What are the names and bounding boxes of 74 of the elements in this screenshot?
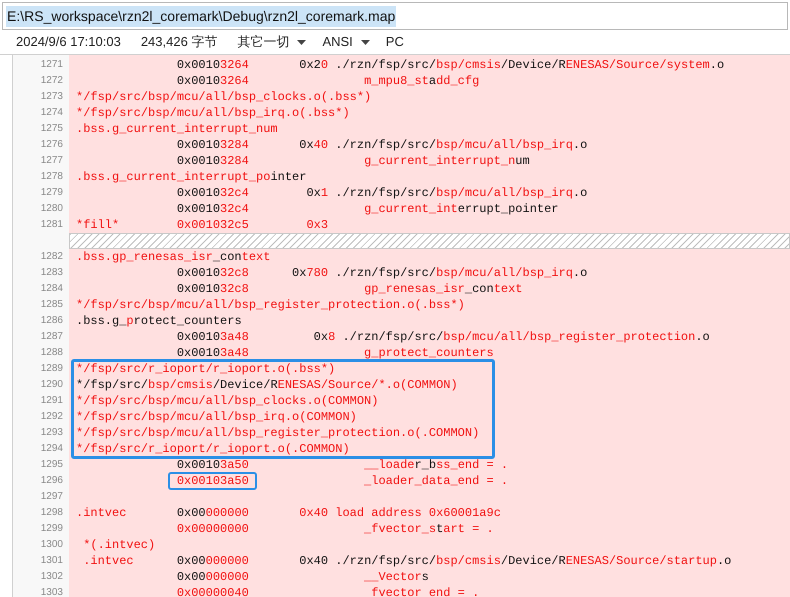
line-number: 1291 [40, 396, 63, 406]
line-number: 1276 [40, 140, 63, 150]
code-line: *(.intvec) [82, 537, 156, 553]
line-number: 1278 [40, 172, 63, 182]
line-number: 1282 [40, 252, 63, 262]
code-line: 0x00000000 __Vectors [176, 569, 429, 585]
code-line: 0x001032c8 0x780 ./rzn/fsp/src/bsp/mcu/all/bsp_irq.o [176, 265, 588, 281]
status-text: PC [386, 33, 404, 52]
code-line: 0x00103284 0x40 ./rzn/fsp/src/bsp/mcu/all/bsp_irq.o [176, 137, 588, 153]
code-line: 0x001032c8 gp_renesas_isr_context [176, 281, 523, 297]
code-line: .bss.g_current_interrupt_pointer [76, 169, 306, 185]
code-line: */fsp/src/bsp/mcu/all/bsp_clocks.o(.bss*) [76, 89, 372, 105]
line-number: 1274 [40, 108, 63, 118]
code-line: */fsp/src/bsp/mcu/all/bsp_register_protection.o(.COMMON) [76, 425, 480, 441]
line-number: 1289 [40, 364, 63, 374]
line-number: 1298 [40, 508, 63, 518]
line-number: 1293 [40, 428, 63, 438]
dropdown[interactable]: 其它一切 [237, 32, 306, 52]
code-line: 0x00103a48 g_protect_counters [176, 345, 494, 361]
line-number: 1296 [40, 476, 63, 486]
code-line: */fsp/src/bsp/mcu/all/bsp_register_protection.o(.bss*) [76, 297, 465, 313]
line-number: 1275 [40, 124, 63, 134]
code-line: .intvec 0x00000000 0x40 ./rzn/fsp/src/bsp/cmsis/Device/RENESAS/Source/startup.o [82, 553, 732, 569]
code-line: .intvec 0x00000000 0x40 load address 0x60001a9c [76, 505, 501, 521]
line-number: 1286 [40, 316, 63, 326]
code-line: */fsp/src/r_ioport/r_ioport.o(.bss*) [76, 361, 336, 377]
line-number: 1303 [40, 588, 63, 597]
code-line: */fsp/src/bsp/mcu/all/bsp_irq.o(.bss*) [76, 105, 350, 121]
code-line: 0x00103264 m_mpu8_stadd_cfg [176, 73, 480, 89]
code-line: */fsp/src/bsp/cmsis/Device/RENESAS/Source/*.o(COMMON) [76, 377, 458, 393]
code-line: */fsp/src/bsp/mcu/all/bsp_clocks.o(COMMON) [76, 393, 378, 409]
code-line: .bss.g_current_interrupt_num [76, 121, 278, 137]
line-number: 1292 [40, 412, 63, 422]
path-field[interactable]: E:\RS_workspace\rzn2l_coremark\Debug\rzn2l_coremark.map [2, 2, 788, 30]
caret-icon [297, 40, 306, 44]
line-number: 1277 [40, 156, 63, 166]
code-line: 0x00103a50 _loader_data_end = . [176, 473, 508, 489]
line-number: 1294 [40, 444, 63, 454]
line-number: 1297 [40, 492, 63, 502]
dropdown[interactable]: ANSI [322, 32, 370, 52]
code-line: 0x00000000 _fvector_start = . [176, 521, 494, 537]
line-number: 1300 [40, 540, 63, 550]
line-number: 1302 [40, 572, 63, 582]
code-line: 0x00103284 g_current_interrupt_num [176, 153, 530, 169]
code-line: *fill* 0x001032c5 0x3 [76, 217, 328, 233]
line-number: 1284 [40, 284, 63, 294]
line-number: 1301 [40, 556, 63, 566]
line-number: 1288 [40, 348, 63, 358]
code-line: 0x001032c4 0x1 ./rzn/fsp/src/bsp/mcu/all/bsp_irq.o [176, 185, 588, 201]
code-line: 0x00103a50 __loader_bss_end = . [176, 457, 508, 473]
code-line: */fsp/src/bsp/mcu/all/bsp_irq.o(COMMON) [76, 409, 357, 425]
code-line: */fsp/src/r_ioport/r_ioport.o(.COMMON) [76, 441, 350, 457]
line-number: 1273 [40, 92, 63, 102]
line-number: 1295 [40, 460, 63, 470]
code-line: 0x00103a48 0x8 ./rzn/fsp/src/bsp/mcu/all/bsp_register_protection.o [176, 329, 710, 345]
code-line: .bss.g_protect_counters [76, 313, 242, 329]
line-number: 1283 [40, 268, 63, 278]
code-line: 0x00000040 fvector end = . [176, 585, 480, 597]
line-number: 1271 [40, 60, 63, 70]
status-text: 2024/9/6 17:10:03 [16, 33, 121, 52]
code-line: 0x00103264 0x20 ./rzn/fsp/src/bsp/cmsis/Device/RENESAS/Source/system.o [176, 57, 724, 73]
line-number: 1272 [40, 76, 63, 86]
path-text: E:\RS_workspace\rzn2l_coremark\Debug\rzn2l_coremark.map [6, 6, 396, 26]
line-number: 1290 [40, 380, 63, 390]
line-number: 1280 [40, 204, 63, 214]
line-number: 1279 [40, 188, 63, 198]
code-line: .bss.gp_renesas_isr_context [76, 249, 270, 265]
caret-icon [360, 40, 370, 44]
line-number: 1285 [40, 300, 63, 310]
code-line: 0x001032c4 g_current_interrupt_pointer [176, 201, 559, 217]
line-number: 1299 [40, 524, 63, 534]
line-number: 1281 [40, 220, 63, 230]
line-number: 1287 [40, 332, 63, 342]
status-text: 243,426 字节 [140, 33, 218, 52]
